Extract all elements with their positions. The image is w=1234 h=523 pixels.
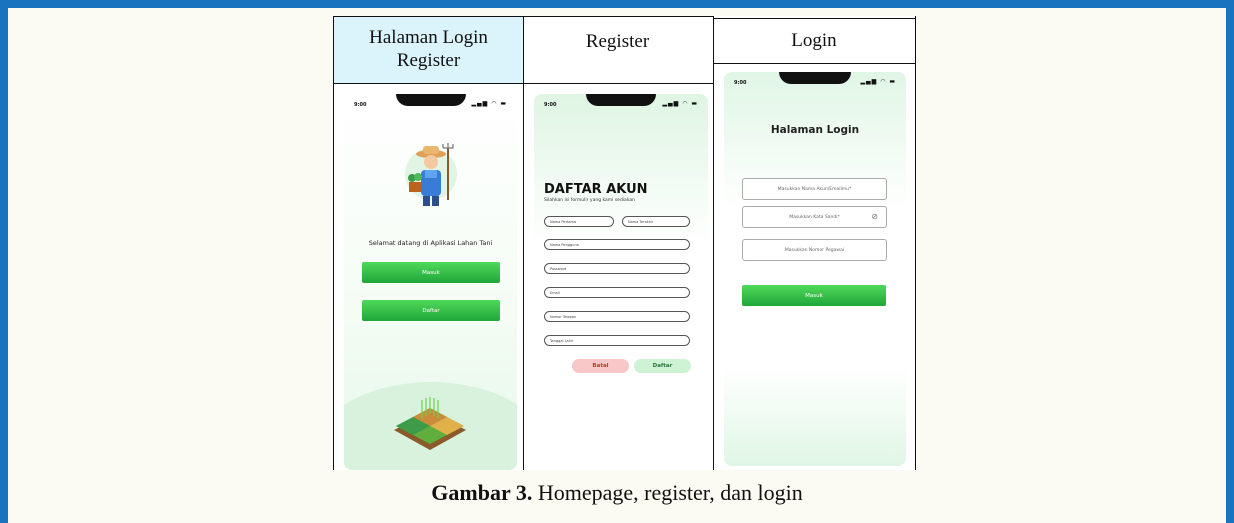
phone-screen-homepage: 9:00 ▂▄▆ ◠ ▬ Selamat datang di Aplikasi … xyxy=(344,94,517,470)
header-line-2: Register xyxy=(396,50,461,71)
phone-notch xyxy=(779,72,851,84)
header-line-1: Halaman Login xyxy=(369,27,488,49)
column-homepage: Halaman Login Register 9:00 ▂▄▆ ◠ ▬ Sela… xyxy=(333,16,524,470)
daftar-button[interactable]: Daftar xyxy=(362,300,500,321)
phone-number-field[interactable]: Nomor Telepon xyxy=(544,311,690,322)
last-name-field[interactable]: Nama Terakhir xyxy=(622,216,690,227)
masuk-button[interactable]: Masuk xyxy=(362,262,500,283)
register-subtitle: Silahkan isi formulir yang kami sediakan xyxy=(544,198,635,203)
phone-screen-register: 9:00 ▂▄▆ ◠ ▬ DAFTAR AKUN Silahkan isi fo… xyxy=(534,94,708,470)
masuk-button[interactable]: Masuk xyxy=(742,285,886,306)
phone-screen-login: 9:00 ▂▄▆ ◠ ▬ Halaman Login Masukkan Nama… xyxy=(724,72,906,466)
register-title: DAFTAR AKUN xyxy=(544,182,648,197)
column-header: Halaman Login Register xyxy=(334,16,523,84)
password-placeholder: Masukkan Kata Sandi* xyxy=(789,214,840,220)
status-icons: ▂▄▆ ◠ ▬ xyxy=(471,100,507,107)
caption-text: Homepage, register, dan login xyxy=(532,480,803,505)
password-field[interactable]: Password xyxy=(544,263,690,274)
status-time: 9:00 xyxy=(544,102,557,108)
caption-label: Gambar 3. xyxy=(431,480,533,505)
column-register: Register 9:00 ▂▄▆ ◠ ▬ DAFTAR AKUN Silahk… xyxy=(522,16,714,470)
column-login: Login 9:00 ▂▄▆ ◠ ▬ Halaman Login Masukka… xyxy=(713,16,916,470)
farmer-illustration xyxy=(405,143,457,206)
employee-number-field[interactable]: Masukkan Nomor Pegawai xyxy=(742,239,887,261)
frame-right-border xyxy=(1226,0,1234,523)
phone-notch xyxy=(395,94,466,106)
account-name-field[interactable]: Masukkan Nama Akun/Emailmu* xyxy=(742,178,887,200)
figure-table: Halaman Login Register 9:00 ▂▄▆ ◠ ▬ Sela… xyxy=(333,16,916,470)
password-field[interactable]: Masukkan Kata Sandi* ⊘ xyxy=(742,206,887,228)
email-field[interactable]: Email xyxy=(544,287,690,298)
farmland-illustration xyxy=(394,397,466,450)
welcome-text: Selamat datang di Aplikasi Lahan Tani xyxy=(368,239,493,247)
register-button[interactable]: Daftar xyxy=(634,359,691,373)
birth-date-field[interactable]: Tanggal Lahir xyxy=(544,335,690,346)
status-time: 9:00 xyxy=(734,80,747,86)
status-time: 9:00 xyxy=(354,102,367,108)
username-field[interactable]: Nama Pengguna xyxy=(544,239,690,250)
column-header: Register xyxy=(522,16,713,84)
column-header: Login xyxy=(713,18,915,64)
login-title: Halaman Login xyxy=(770,124,860,136)
first-name-field[interactable]: Nama Pertama xyxy=(544,216,614,227)
status-icons: ▂▄▆ ◠ ▬ xyxy=(860,78,896,85)
phone-notch xyxy=(586,94,656,106)
frame-top-border xyxy=(0,0,1234,8)
frame-left-border xyxy=(0,0,8,523)
hide-password-icon[interactable]: ⊘ xyxy=(871,212,878,221)
cancel-button[interactable]: Batal xyxy=(572,359,629,373)
status-icons: ▂▄▆ ◠ ▬ xyxy=(662,100,698,107)
figure-caption: Gambar 3. Homepage, register, dan login xyxy=(0,480,1234,506)
